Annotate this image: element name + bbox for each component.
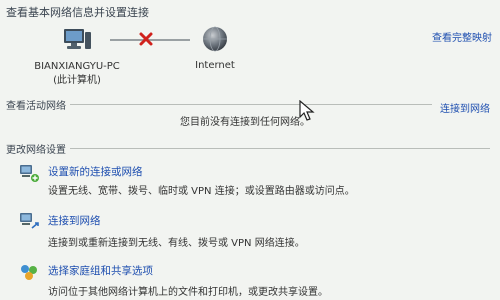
setup-new-connection-desc: 设置无线、宽带、拨号、临时或 VPN 连接；或设置路由器或访问点。 (48, 186, 355, 197)
disconnected-x-icon[interactable] (138, 31, 154, 47)
mouse-cursor-icon (299, 100, 315, 121)
homegroup-sharing-link[interactable]: 选择家庭组和共享选项 (48, 263, 153, 278)
homegroup-sharing-desc: 访问位于其他网络计算机上的文件和打印机，或更改共享设置。 (48, 287, 328, 298)
homegroup-icon[interactable] (18, 262, 40, 282)
network-sharing-center: { "header": { "title": "查看基本网络信息并设置连接", … (0, 0, 500, 300)
new-connection-icon[interactable] (18, 163, 40, 183)
computer-icon[interactable] (62, 28, 92, 52)
internet-label: Internet (195, 60, 235, 71)
view-full-map-link[interactable]: 查看完整映射 (432, 29, 492, 44)
section-divider (70, 148, 490, 149)
connect-to-network-task-link[interactable]: 连接到网络 (48, 213, 101, 228)
active-networks-heading: 查看活动网络 (6, 101, 66, 112)
no-connection-message: 您目前没有连接到任何网络。 (180, 117, 310, 128)
connect-to-network-desc: 连接到或重新连接到无线、有线、拨号或 VPN 网络连接。 (48, 238, 305, 249)
internet-globe-icon[interactable] (202, 26, 228, 52)
connect-to-network-link[interactable]: 连接到网络 (440, 100, 490, 115)
page-title: 查看基本网络信息并设置连接 (6, 6, 149, 19)
section-divider (70, 104, 432, 105)
computer-name: BIANXIANGYU-PC (34, 61, 120, 72)
connect-network-icon[interactable] (18, 211, 40, 231)
change-settings-heading: 更改网络设置 (6, 145, 66, 156)
computer-subtitle: (此计算机) (53, 75, 101, 86)
computer-label: BIANXIANGYU-PC (此计算机) (32, 60, 122, 88)
setup-new-connection-link[interactable]: 设置新的连接或网络 (48, 164, 143, 179)
